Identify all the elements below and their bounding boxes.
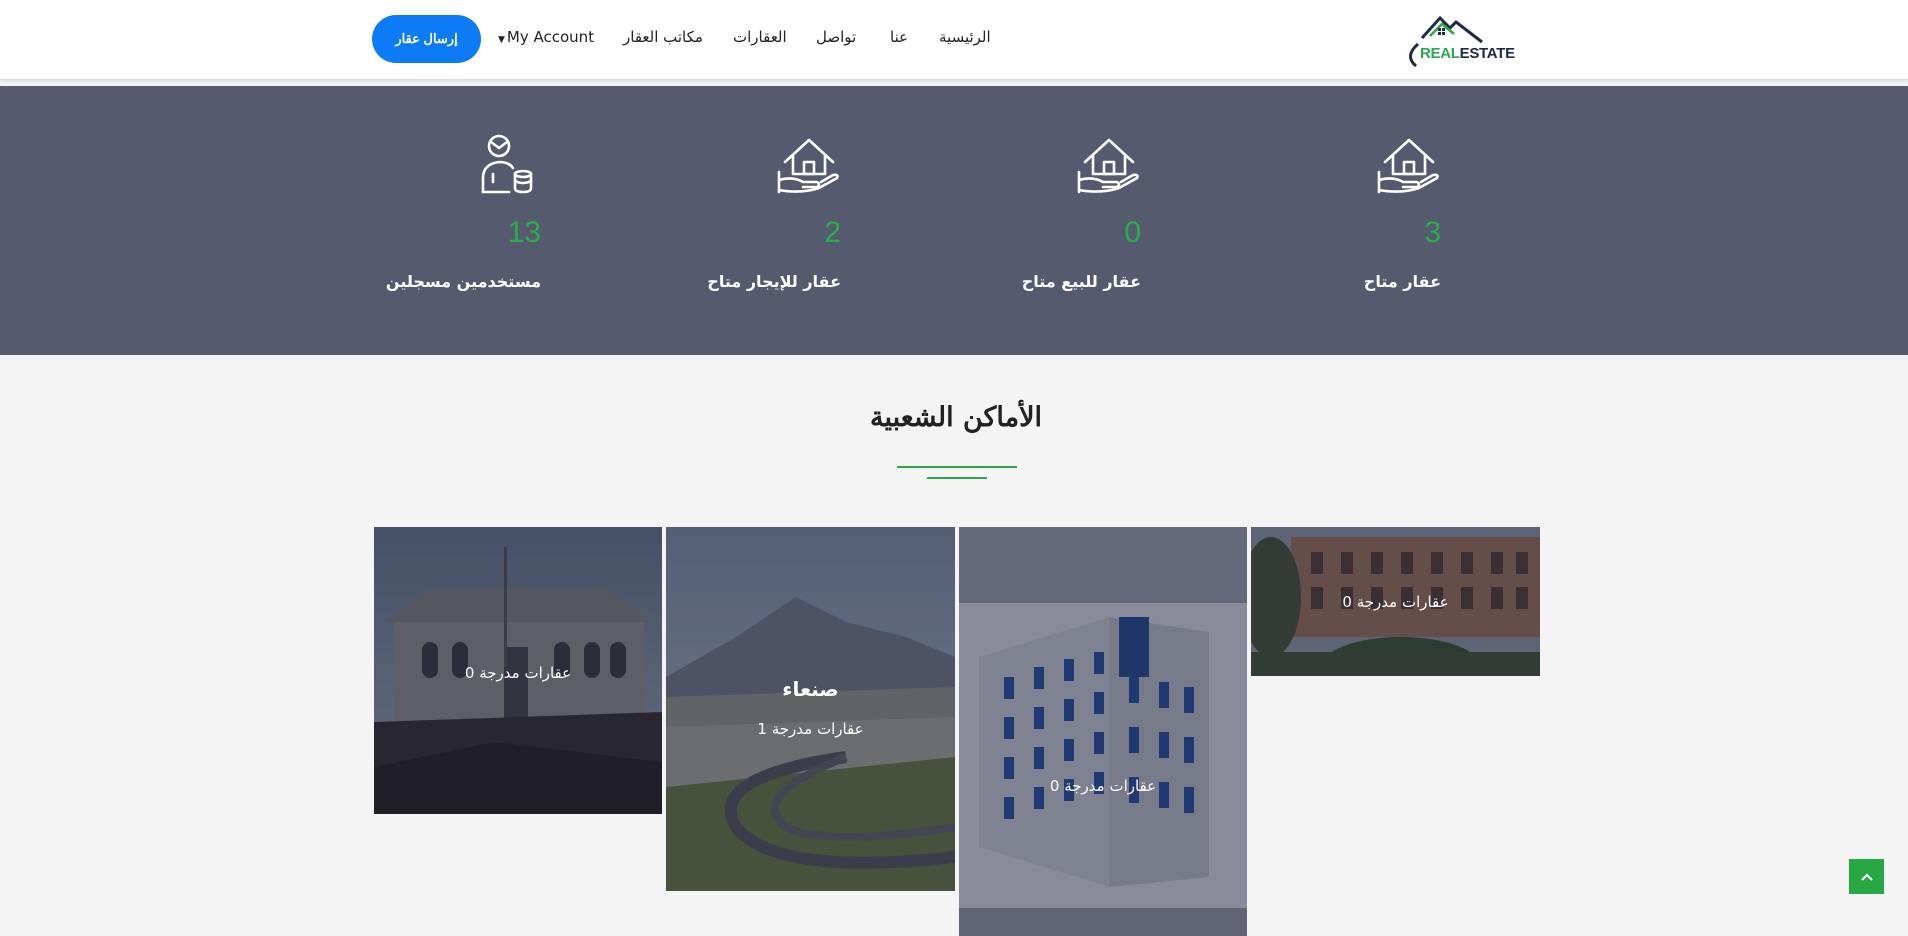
logo-text: REALESTATE xyxy=(1420,45,1515,62)
stat-available: 3 عقار متاح xyxy=(1241,86,1541,355)
nav-home[interactable]: الرئيسية xyxy=(939,28,991,46)
stats-band: 3 عقار متاح 0 عقار للبيع متاح 2 عقار للإ… xyxy=(0,86,1908,355)
place-card-sanaa[interactable]: صنعاء 1 عقارات مدرجة xyxy=(666,527,955,891)
caret-down-icon: ▼ xyxy=(498,35,505,45)
stat-label: مستخدمين مسجلين xyxy=(385,272,541,291)
nav-agencies[interactable]: مكاتب العقار xyxy=(623,28,703,46)
stat-value: 13 xyxy=(507,216,541,249)
stat-for-rent: 2 عقار للإيجار متاح xyxy=(641,86,941,355)
stat-value: 3 xyxy=(1424,216,1441,249)
place-count: 0 عقارات مدرجة xyxy=(1049,777,1157,795)
place-name: صنعاء xyxy=(782,677,839,701)
place-card[interactable]: 0 عقارات مدرجة xyxy=(374,527,662,814)
nav-contact[interactable]: تواصل xyxy=(816,28,856,46)
nav-about[interactable]: عنا xyxy=(890,28,908,46)
place-count: 0 عقارات مدرجة xyxy=(464,664,572,682)
card-overlay xyxy=(959,527,1247,936)
stat-value: 0 xyxy=(1124,216,1141,249)
place-card[interactable]: 0 عقارات مدرجة xyxy=(959,527,1247,936)
stat-for-sale: 0 عقار للبيع متاح xyxy=(941,86,1241,355)
site-header: REALESTATE الرئيسية عنا تواصل العقارات م… xyxy=(0,0,1908,80)
nav-my-account[interactable]: ▼ My Account xyxy=(498,28,594,46)
place-card[interactable]: 0 عقارات مدرجة xyxy=(1251,527,1540,676)
title-divider-short xyxy=(927,477,987,479)
house-hand-icon xyxy=(1377,138,1439,194)
house-hand-icon xyxy=(777,138,839,194)
chevron-up-icon xyxy=(1860,872,1873,881)
stat-users: 13 مستخدمين مسجلين xyxy=(341,86,641,355)
house-hand-icon xyxy=(1077,138,1139,194)
back-to-top-button[interactable] xyxy=(1849,859,1884,894)
section-title: الأماكن الشعبية xyxy=(869,402,1042,433)
user-money-icon xyxy=(481,134,533,194)
submit-property-button[interactable]: إرسال عقار xyxy=(372,15,481,63)
logo[interactable]: REALESTATE xyxy=(1400,10,1515,68)
place-count: 0 عقارات مدرجة xyxy=(1342,593,1449,611)
title-divider xyxy=(897,466,1017,468)
stat-value: 2 xyxy=(824,216,841,249)
nav-properties[interactable]: العقارات xyxy=(733,28,787,46)
card-overlay xyxy=(666,527,955,891)
place-count: 1 عقارات مدرجة xyxy=(757,720,864,738)
